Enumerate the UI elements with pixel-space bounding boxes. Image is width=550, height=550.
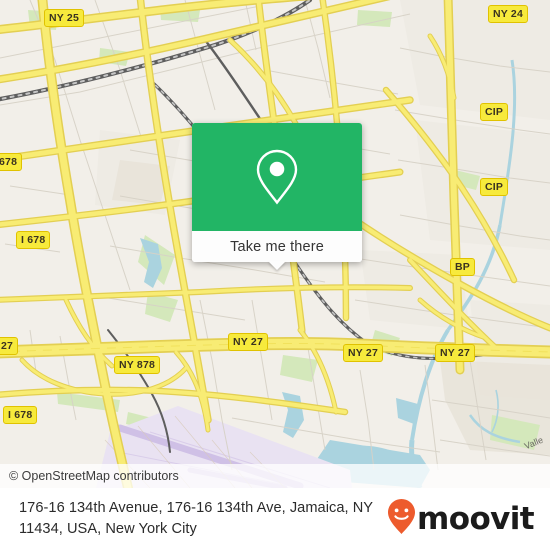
popup-action-bar[interactable]: Take me there bbox=[192, 231, 362, 270]
road-shield: NY 27 bbox=[343, 344, 383, 362]
address-text: 176-16 134th Avenue, 176-16 134th Ave, J… bbox=[19, 500, 373, 537]
road-shield: NY 25 bbox=[44, 9, 84, 27]
road-shield: BP bbox=[450, 258, 475, 276]
map-screenshot: NY 25 NY 24 678 CIP I 678 CIP BP 27 NY 2… bbox=[0, 0, 550, 550]
popup-pointer-tail bbox=[268, 261, 286, 270]
map-pin-icon bbox=[254, 148, 300, 206]
popup-pin-area bbox=[192, 123, 362, 231]
road-shield: NY 24 bbox=[488, 5, 528, 23]
road-shield: I 678 bbox=[3, 406, 38, 424]
road-shield: 27 bbox=[0, 337, 19, 355]
footer-bar: 176-16 134th Avenue, 176-16 134th Ave, J… bbox=[0, 488, 550, 550]
road-shield: NY 878 bbox=[114, 356, 161, 374]
road-shield: I 678 bbox=[16, 231, 51, 249]
road-shield: 678 bbox=[0, 153, 23, 171]
road-shield: NY 27 bbox=[228, 333, 268, 351]
osm-attribution-text[interactable]: © OpenStreetMap contributors bbox=[9, 469, 179, 483]
moovit-pin-smiley-icon bbox=[387, 498, 416, 540]
map-attribution-bar: © OpenStreetMap contributors bbox=[0, 464, 550, 488]
location-popup-card[interactable]: Take me there bbox=[192, 123, 362, 270]
moovit-wordmark: moovit bbox=[417, 500, 535, 537]
moovit-logo[interactable]: moovit bbox=[387, 498, 535, 540]
map-canvas[interactable]: NY 25 NY 24 678 CIP I 678 CIP BP 27 NY 2… bbox=[0, 0, 550, 488]
road-shield: CIP bbox=[480, 103, 509, 121]
road-shield: NY 27 bbox=[435, 344, 475, 362]
take-me-there-label: Take me there bbox=[230, 238, 324, 255]
road-shield: CIP bbox=[480, 178, 509, 196]
